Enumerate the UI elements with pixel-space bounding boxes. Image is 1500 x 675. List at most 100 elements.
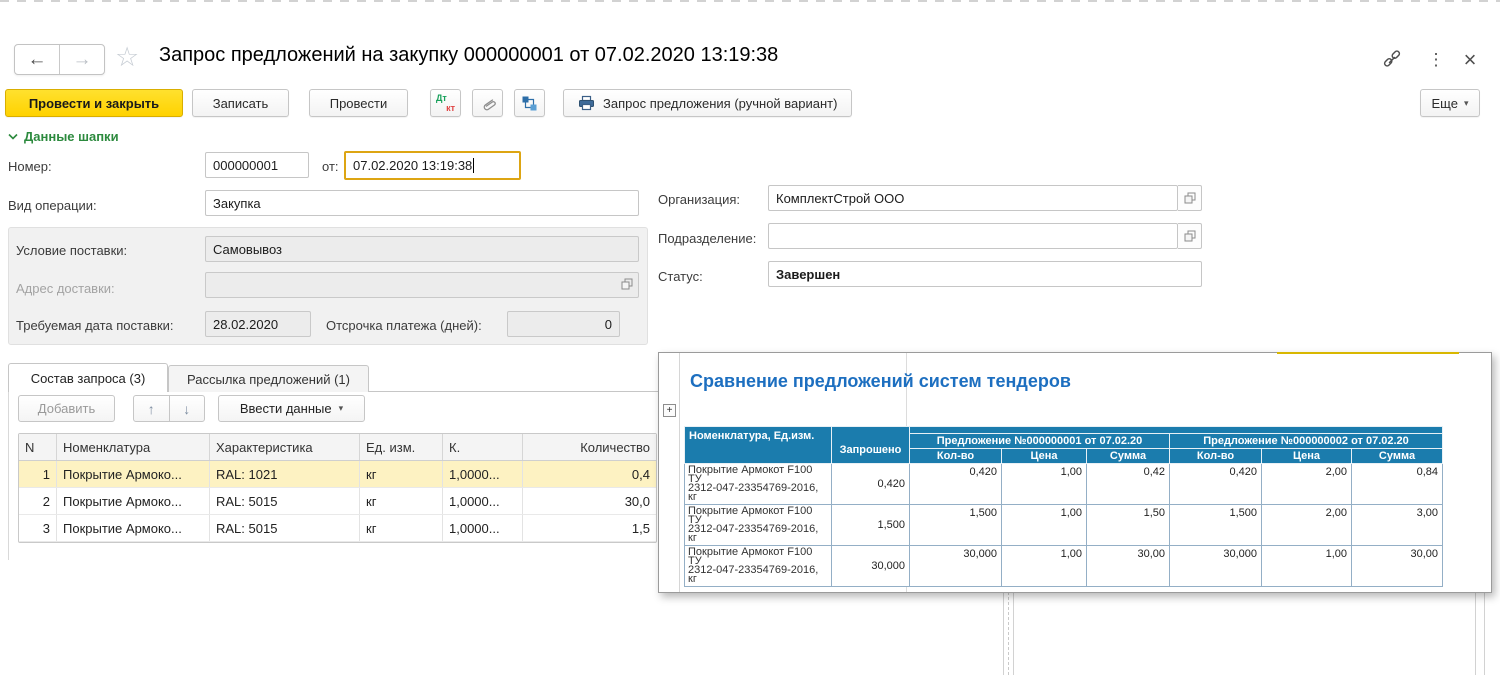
proposal2-header: Предложение №000000002 от 07.02.20 <box>1170 434 1443 449</box>
cell-k[interactable]: 1,0000... <box>443 488 523 514</box>
open-value-icon[interactable] <box>621 278 633 290</box>
close-icon[interactable]: × <box>1458 48 1482 72</box>
background-window-edge <box>1008 592 1009 675</box>
background-window-edge <box>1003 592 1004 675</box>
dr-cr-entries-button[interactable]: Дт кт <box>430 89 461 117</box>
tab-proposal-mailing[interactable]: Рассылка предложений (1) <box>168 365 369 392</box>
post-button[interactable]: Провести <box>309 89 408 117</box>
p2-qty-cell: 30,000 <box>1170 546 1262 587</box>
org-open-button[interactable] <box>1178 185 1202 211</box>
delivery-addr-field[interactable] <box>205 272 639 298</box>
cell-n[interactable]: 1 <box>19 461 57 487</box>
division-field[interactable] <box>768 223 1178 249</box>
payment-delay-field[interactable]: 0 <box>507 311 620 337</box>
number-field[interactable]: 000000001 <box>205 152 309 178</box>
p1-sum-cell: 30,00 <box>1087 546 1170 587</box>
cell-k[interactable]: 1,0000... <box>443 461 523 487</box>
enter-data-label: Ввести данные <box>240 401 332 416</box>
from-label: от: <box>322 159 339 174</box>
cell-characteristic[interactable]: RAL: 5015 <box>210 515 360 541</box>
move-up-button[interactable]: ↑ <box>134 396 170 421</box>
p1-qty-col: Кол-во <box>910 449 1002 464</box>
cell-nomenclature[interactable]: Покрытие Армоко... <box>57 515 210 541</box>
comparison-report-window[interactable]: + Сравнение предложений систем тендеров … <box>658 352 1492 593</box>
open-value-icon <box>1184 192 1196 204</box>
print-request-button[interactable]: Запрос предложения (ручной вариант) <box>563 89 852 117</box>
p1-sum-cell: 0,42 <box>1087 464 1170 505</box>
operation-label: Вид операции: <box>8 198 97 213</box>
more-button[interactable]: Еще ▾ <box>1420 89 1480 117</box>
items-table-header: N Номенклатура Характеристика Ед. изм. К… <box>19 434 656 461</box>
enter-data-button[interactable]: Ввести данные ▾ <box>218 395 365 422</box>
status-field[interactable]: Завершен <box>768 261 1202 287</box>
cell-characteristic[interactable]: RAL: 5015 <box>210 488 360 514</box>
col-nomenclature-unit: Номенклатура, Ед.изм. <box>685 427 832 464</box>
p2-price-cell: 1,00 <box>1262 546 1352 587</box>
kt-label: кт <box>446 103 455 113</box>
back-button[interactable]: ← <box>15 45 60 74</box>
delivery-addr-label: Адрес доставки: <box>16 281 115 296</box>
dtkt-icon: Дт кт <box>431 90 460 116</box>
expand-group-button[interactable]: + <box>663 404 676 417</box>
p2-price-col: Цена <box>1262 449 1352 464</box>
operation-field[interactable]: Закупка <box>205 190 639 216</box>
related-documents-button[interactable] <box>514 89 545 117</box>
payment-delay-label: Отсрочка платежа (дней): <box>326 318 482 333</box>
cell-unit[interactable]: кг <box>360 461 443 487</box>
cell-qty[interactable]: 0,4 <box>523 461 656 487</box>
header-data-group-toggle[interactable]: Данные шапки <box>8 129 119 144</box>
table-row[interactable]: 1 Покрытие Армоко... RAL: 1021 кг 1,0000… <box>19 461 656 488</box>
more-menu-icon[interactable]: ⋮ <box>1424 48 1448 72</box>
attachments-button[interactable] <box>472 89 503 117</box>
document-structure-icon <box>521 95 538 112</box>
nomenclature-cell: Покрытие Армокот F100 ТУ2312-047-2335476… <box>685 464 832 505</box>
forward-button[interactable]: → <box>60 45 104 74</box>
cell-n[interactable]: 3 <box>19 515 57 541</box>
division-label: Подразделение: <box>658 231 756 246</box>
delivery-cond-field[interactable]: Самовывоз <box>205 236 639 262</box>
cell-characteristic[interactable]: RAL: 1021 <box>210 461 360 487</box>
cell-nomenclature[interactable]: Покрытие Армоко... <box>57 461 210 487</box>
p1-sum-cell: 1,50 <box>1087 505 1170 546</box>
org-field[interactable]: КомплектСтрой ООО <box>768 185 1178 211</box>
p1-price-cell: 1,00 <box>1002 546 1087 587</box>
p2-price-cell: 2,00 <box>1262 464 1352 505</box>
page-title: Запрос предложений на закупку 000000001 … <box>159 44 778 67</box>
table-row[interactable]: 2 Покрытие Армоко... RAL: 5015 кг 1,0000… <box>19 488 656 515</box>
col-characteristic: Характеристика <box>210 434 360 460</box>
get-link-icon[interactable] <box>1380 48 1404 72</box>
col-requested: Запрошено <box>832 427 910 464</box>
status-label: Статус: <box>658 269 703 284</box>
col-n: N <box>19 434 57 460</box>
window-top-edge <box>0 0 1500 2</box>
division-open-button[interactable] <box>1178 223 1202 249</box>
cell-unit[interactable]: кг <box>360 488 443 514</box>
comparison-row: Покрытие Армокот F100 ТУ2312-047-2335476… <box>685 464 1443 505</box>
dt-label: Дт <box>436 93 447 103</box>
cell-nomenclature[interactable]: Покрытие Армоко... <box>57 488 210 514</box>
post-and-close-button[interactable]: Провести и закрыть <box>5 89 183 117</box>
save-button[interactable]: Записать <box>192 89 289 117</box>
p1-price-col: Цена <box>1002 449 1087 464</box>
col-unit: Ед. изм. <box>360 434 443 460</box>
p2-sum-cell: 30,00 <box>1352 546 1443 587</box>
req-date-field[interactable]: 28.02.2020 <box>205 311 311 337</box>
move-down-button[interactable]: ↓ <box>170 396 205 421</box>
window-highlight-edge <box>1277 352 1459 354</box>
history-nav: ← → <box>14 44 105 75</box>
tab-request-composition[interactable]: Состав запроса (3) <box>8 363 168 392</box>
cell-unit[interactable]: кг <box>360 515 443 541</box>
text-cursor <box>473 158 474 173</box>
nomenclature-cell: Покрытие Армокот F100 ТУ2312-047-2335476… <box>685 546 832 587</box>
p1-sum-col: Сумма <box>1087 449 1170 464</box>
favorite-star-icon[interactable]: ☆ <box>115 42 139 73</box>
cell-qty[interactable]: 1,5 <box>523 515 656 541</box>
cell-qty[interactable]: 30,0 <box>523 488 656 514</box>
date-field[interactable]: 07.02.2020 13:19:38 <box>344 151 521 180</box>
add-row-button[interactable]: Добавить <box>18 395 115 422</box>
cell-n[interactable]: 2 <box>19 488 57 514</box>
cell-k[interactable]: 1,0000... <box>443 515 523 541</box>
table-row[interactable]: 3 Покрытие Армоко... RAL: 5015 кг 1,0000… <box>19 515 656 542</box>
number-label: Номер: <box>8 159 52 174</box>
p1-qty-cell: 30,000 <box>910 546 1002 587</box>
